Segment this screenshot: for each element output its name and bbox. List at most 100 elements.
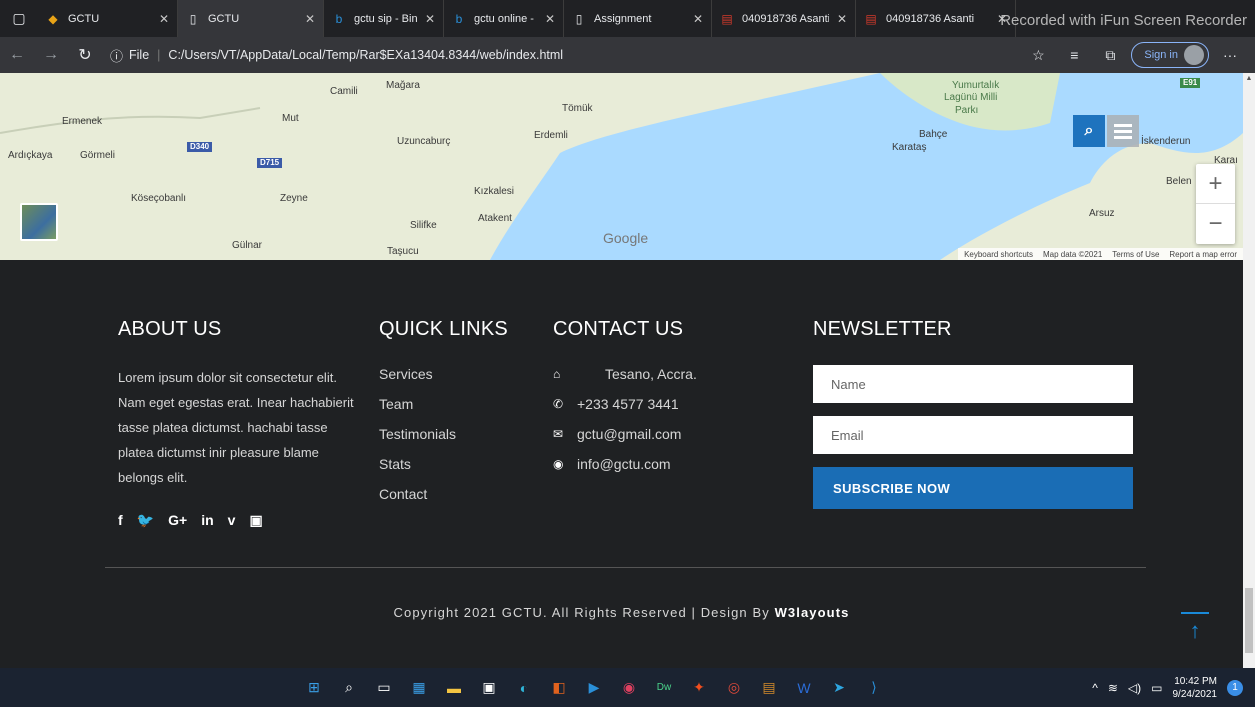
volume-icon[interactable]: ◁) xyxy=(1128,681,1141,695)
scrollbar-thumb[interactable] xyxy=(1245,588,1253,653)
quick-link-services[interactable]: Services xyxy=(379,365,508,395)
tab-actions-icon[interactable]: ▢ xyxy=(0,0,38,37)
close-icon[interactable]: ✕ xyxy=(693,12,703,26)
address-separator: | xyxy=(157,48,161,62)
figma-icon[interactable]: ✦ xyxy=(685,674,713,702)
contact-heading: CONTACT US xyxy=(553,318,684,340)
browser-tab[interactable]: ▯ Assignment ✕ xyxy=(564,0,712,37)
facebook-icon[interactable]: f xyxy=(118,512,123,529)
word-icon[interactable]: W xyxy=(790,674,818,702)
vimeo-icon[interactable]: v xyxy=(228,512,236,529)
recorder-icon[interactable]: ◉ xyxy=(615,674,643,702)
close-icon[interactable]: ✕ xyxy=(545,12,555,26)
contact-text: +233 4577 3441 xyxy=(577,396,679,412)
browser-tab[interactable]: b gctu online - Bing ✕ xyxy=(444,0,564,37)
widgets-icon[interactable]: ▦ xyxy=(405,674,433,702)
favorites-list-icon[interactable]: ≡ xyxy=(1059,40,1089,70)
youtube-icon[interactable]: ▣ xyxy=(249,512,262,529)
browser-tab[interactable]: ▤ 040918736 Asanti ✕ xyxy=(856,0,1016,37)
task-view-icon[interactable]: ▭ xyxy=(370,674,398,702)
browser-tab[interactable]: ◆ GCTU ✕ xyxy=(38,0,178,37)
name-field[interactable] xyxy=(813,365,1133,403)
quick-link-stats[interactable]: Stats xyxy=(379,455,508,485)
quick-link-testimonials[interactable]: Testimonials xyxy=(379,425,508,455)
address-bar[interactable]: ⓘ File | C:/Users/VT/AppData/Local/Temp/… xyxy=(110,42,1023,68)
close-icon[interactable]: ✕ xyxy=(425,12,435,26)
subscribe-button[interactable]: SUBSCRIBE NOW xyxy=(813,467,1133,509)
close-icon[interactable]: ✕ xyxy=(159,12,169,26)
battery-icon[interactable]: ▭ xyxy=(1151,681,1162,695)
report-error-link[interactable]: Report a map error xyxy=(1169,250,1237,259)
notification-badge[interactable]: 1 xyxy=(1227,679,1243,696)
winrar-icon[interactable]: ▤ xyxy=(755,674,783,702)
email-field[interactable] xyxy=(813,416,1133,454)
close-icon[interactable]: ✕ xyxy=(837,12,847,26)
page-scrollbar[interactable]: ▲ xyxy=(1243,73,1255,668)
map-place-label: Belen xyxy=(1166,176,1192,187)
google-map[interactable]: Camili Mağara Ermenek Mut Tömük Erdemli Uzunca… xyxy=(0,73,1243,260)
map-place-label: Parkı xyxy=(955,105,979,116)
search-icon[interactable]: ⌕ xyxy=(335,674,363,702)
google-plus-icon[interactable]: G+ xyxy=(168,512,187,529)
media-player-icon[interactable]: ▶ xyxy=(580,674,608,702)
browser-tab[interactable]: ▤ 040918736 Asanti ✕ xyxy=(712,0,856,37)
info-icon[interactable]: ⓘ xyxy=(110,46,123,65)
quick-link-team[interactable]: Team xyxy=(379,395,508,425)
browser-tab[interactable]: ▯ GCTU ✕ xyxy=(178,0,324,37)
vscode-icon[interactable]: ⟩ xyxy=(860,674,888,702)
store-icon[interactable]: ▣ xyxy=(475,674,503,702)
linkedin-icon[interactable]: in xyxy=(201,512,213,529)
clock[interactable]: 10:42 PM 9/24/2021 xyxy=(1173,675,1218,701)
wifi-icon[interactable]: ≋ xyxy=(1108,681,1118,695)
back-button[interactable]: ← xyxy=(0,37,34,73)
browser-tab[interactable]: b gctu sip - Bing ✕ xyxy=(324,0,444,37)
quick-link-contact[interactable]: Contact xyxy=(379,485,508,515)
page-icon: ▯ xyxy=(575,11,583,26)
close-icon[interactable]: ✕ xyxy=(305,12,315,26)
sign-in-button[interactable]: Sign in xyxy=(1131,42,1209,68)
map-data-text: Map data ©2021 xyxy=(1043,249,1103,259)
favorite-icon[interactable]: ☆ xyxy=(1023,40,1053,70)
pdf-icon: ▤ xyxy=(721,11,733,26)
bing-icon: b xyxy=(335,11,343,26)
scheme-label: File xyxy=(129,48,150,62)
map-place-label: Köseçobanlı xyxy=(131,193,187,204)
clock-time: 10:42 PM xyxy=(1174,675,1217,687)
road-badge-e91: E91 xyxy=(1180,78,1201,88)
keyboard-shortcuts-link[interactable]: Keyboard shortcuts xyxy=(964,250,1033,259)
file-explorer-icon[interactable]: ▬ xyxy=(440,674,468,702)
social-links: f 🐦 G+ in v ▣ xyxy=(118,512,358,529)
twitter-icon[interactable]: 🐦 xyxy=(137,512,154,529)
road-badge-d715: D715 xyxy=(257,158,283,168)
reload-button[interactable]: ↻ xyxy=(68,37,102,73)
arrow-up-icon: ↑ xyxy=(1189,618,1201,643)
more-menu-icon[interactable]: ··· xyxy=(1215,40,1245,70)
map-place-label: Zeyne xyxy=(280,193,308,204)
system-tray-chevron-icon[interactable]: ^ xyxy=(1092,681,1098,695)
edge-icon[interactable]: ◐ xyxy=(510,674,538,702)
zoom-out-button[interactable]: − xyxy=(1196,204,1235,244)
satellite-toggle[interactable] xyxy=(20,203,58,241)
collections-icon[interactable]: ⧉ xyxy=(1095,40,1125,70)
map-search-button[interactable]: ⌕ xyxy=(1073,115,1105,147)
chrome-icon[interactable]: ◎ xyxy=(720,674,748,702)
back-to-top-button[interactable]: ↑ xyxy=(1181,612,1209,648)
map-place-label: Ermenek xyxy=(62,116,103,127)
zoom-in-button[interactable]: + xyxy=(1196,164,1235,204)
office-icon[interactable]: ◧ xyxy=(545,674,573,702)
telegram-icon[interactable]: ➤ xyxy=(825,674,853,702)
scroll-up-icon[interactable]: ▲ xyxy=(1243,73,1255,85)
map-place-label: Lagünü Milli xyxy=(944,92,998,103)
contact-item: ◉ info@gctu.com xyxy=(553,455,697,485)
page-icon: ▯ xyxy=(189,11,197,26)
browser-tab-label: GCTU xyxy=(68,12,100,25)
menu-button[interactable] xyxy=(1107,115,1139,147)
windows-start-icon[interactable]: ⊞ xyxy=(300,674,328,702)
forward-button[interactable]: → xyxy=(34,37,68,73)
designer-link[interactable]: W3layouts xyxy=(775,605,850,620)
dreamweaver-icon[interactable]: Dw xyxy=(650,674,678,702)
browser-tab-label: gctu online - Bing xyxy=(474,12,537,25)
terms-link[interactable]: Terms of Use xyxy=(1112,250,1159,259)
newsletter-section: NEWSLETTER SUBSCRIBE NOW xyxy=(813,318,1133,509)
quick-links-heading: QUICK LINKS xyxy=(379,318,508,340)
